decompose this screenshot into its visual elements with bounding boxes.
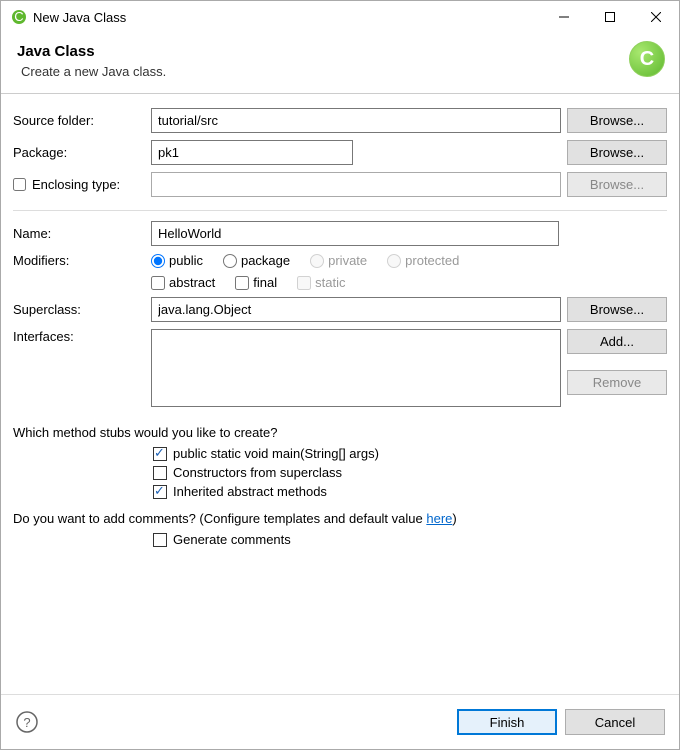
enclosing-type-label: Enclosing type: <box>32 177 120 192</box>
title-bar: C New Java Class <box>1 1 679 33</box>
svg-text:?: ? <box>23 715 30 730</box>
maximize-button[interactable] <box>587 1 633 33</box>
page-subtitle: Create a new Java class. <box>21 64 663 79</box>
interfaces-add-button[interactable]: Add... <box>567 329 667 354</box>
enclosing-type-input <box>151 172 561 197</box>
source-folder-input[interactable] <box>151 108 561 133</box>
name-label: Name: <box>13 226 145 241</box>
minimize-button[interactable] <box>541 1 587 33</box>
modifier-protected-radio <box>387 254 401 268</box>
package-input[interactable] <box>151 140 353 165</box>
svg-text:C: C <box>14 9 23 24</box>
modifiers-label: Modifiers: <box>13 253 145 268</box>
stub-inherited-label: Inherited abstract methods <box>173 484 327 499</box>
modifier-static-checkbox <box>297 276 311 290</box>
modifier-package-radio[interactable] <box>223 254 237 268</box>
form-area: Source folder: Browse... Package: Browse… <box>1 94 679 694</box>
stub-constructors-checkbox[interactable] <box>153 466 167 480</box>
generate-comments-label: Generate comments <box>173 532 291 547</box>
stub-main-label: public static void main(String[] args) <box>173 446 379 461</box>
superclass-browse-button[interactable]: Browse... <box>567 297 667 322</box>
stub-inherited-checkbox[interactable] <box>153 485 167 499</box>
app-icon: C <box>11 9 27 25</box>
section-divider <box>13 210 667 211</box>
stub-constructors-label: Constructors from superclass <box>173 465 342 480</box>
modifier-public-radio[interactable] <box>151 254 165 268</box>
cancel-button[interactable]: Cancel <box>565 709 665 735</box>
stubs-question: Which method stubs would you like to cre… <box>13 425 667 440</box>
superclass-label: Superclass: <box>13 302 145 317</box>
close-button[interactable] <box>633 1 679 33</box>
enclosing-type-checkbox[interactable] <box>13 178 26 191</box>
stub-main-checkbox[interactable] <box>153 447 167 461</box>
modifier-abstract-checkbox[interactable] <box>151 276 165 290</box>
other-modifier-group: abstract final static <box>151 275 345 290</box>
generate-comments-checkbox[interactable] <box>153 533 167 547</box>
access-modifier-group: public package private protected <box>151 253 459 268</box>
name-input[interactable] <box>151 221 559 246</box>
interfaces-remove-button: Remove <box>567 370 667 395</box>
source-folder-label: Source folder: <box>13 113 145 128</box>
package-label: Package: <box>13 145 145 160</box>
configure-templates-link[interactable]: here <box>426 511 452 526</box>
modifier-final-checkbox[interactable] <box>235 276 249 290</box>
dialog-header: Java Class Create a new Java class. C <box>1 33 679 93</box>
comments-question: Do you want to add comments? (Configure … <box>13 511 667 526</box>
class-badge-icon: C <box>629 41 665 77</box>
package-browse-button[interactable]: Browse... <box>567 140 667 165</box>
enclosing-type-browse-button: Browse... <box>567 172 667 197</box>
dialog-footer: ? Finish Cancel <box>1 694 679 749</box>
interfaces-list[interactable] <box>151 329 561 407</box>
interfaces-label: Interfaces: <box>13 329 145 344</box>
window-title: New Java Class <box>33 10 541 25</box>
modifier-private-radio <box>310 254 324 268</box>
help-icon[interactable]: ? <box>15 710 39 734</box>
page-title: Java Class <box>17 43 663 60</box>
superclass-input[interactable] <box>151 297 561 322</box>
finish-button[interactable]: Finish <box>457 709 557 735</box>
source-folder-browse-button[interactable]: Browse... <box>567 108 667 133</box>
